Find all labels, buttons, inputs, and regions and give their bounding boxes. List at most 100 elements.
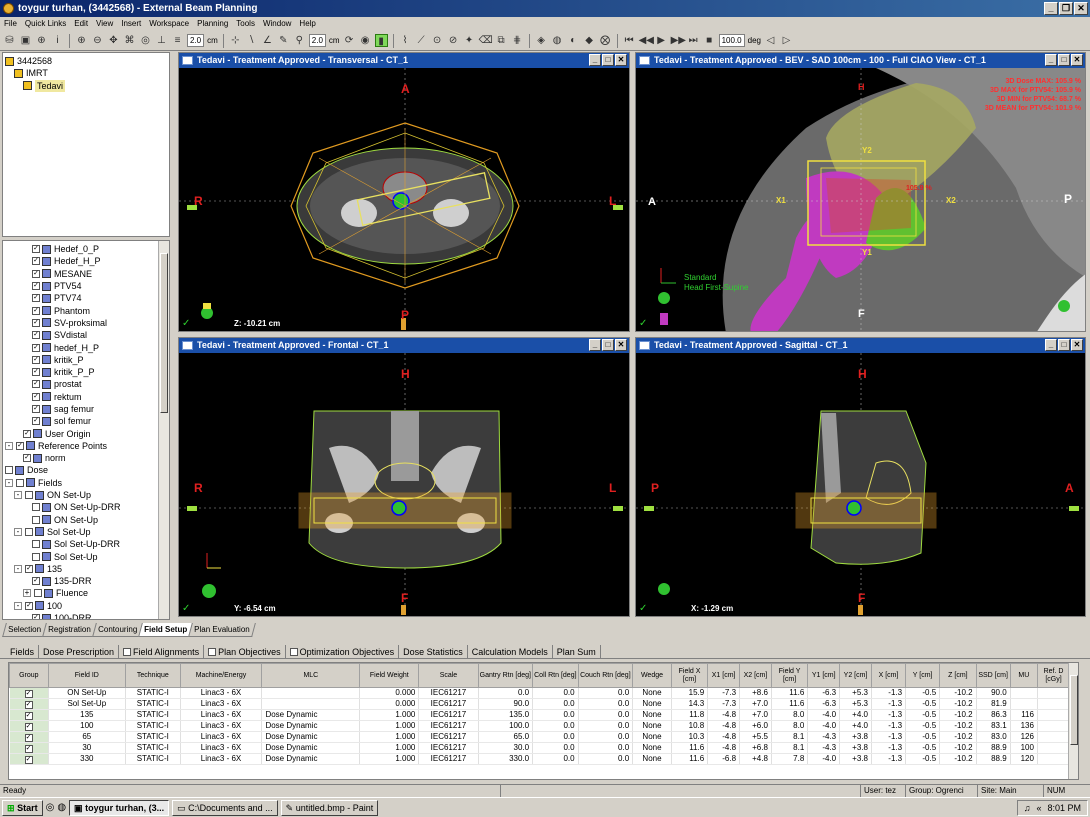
window-level-icon[interactable]: ◎	[139, 34, 152, 47]
tree-item[interactable]: ✓ MESANE	[5, 268, 155, 280]
minimize-button[interactable]: _	[1044, 2, 1058, 15]
column-header[interactable]: Y2 [cm]	[839, 663, 872, 688]
boolean-icon[interactable]: ✦	[463, 34, 476, 47]
visibility-checkbox[interactable]	[32, 503, 40, 512]
plan-tab-plan-objectives[interactable]: Plan Objectives	[204, 645, 286, 658]
viewport-minimize-button[interactable]: _	[1045, 54, 1057, 66]
column-header[interactable]: X1 [cm]	[707, 663, 741, 688]
visibility-checkbox[interactable]: ✓	[32, 294, 40, 303]
column-header[interactable]: Y [cm]	[905, 663, 941, 688]
column-header[interactable]: Couch Rtn [deg]	[577, 663, 634, 688]
last-frame-icon[interactable]: ⏭	[687, 34, 700, 47]
plan-tab-dose-prescription[interactable]: Dose Prescription	[39, 645, 120, 658]
line-icon[interactable]: ∖	[245, 34, 258, 47]
column-header[interactable]: Scale	[418, 663, 479, 688]
menu-item-edit[interactable]: Edit	[74, 17, 88, 31]
tree-item[interactable]: Sol Set-Up-DRR	[5, 538, 155, 550]
group-cell[interactable]: ✓	[9, 709, 49, 721]
menu-item-file[interactable]: File	[4, 17, 17, 31]
collapse-icon[interactable]: -	[5, 441, 13, 450]
tree-item[interactable]: Tedavi	[5, 79, 167, 92]
taskbar-item-eclipse[interactable]: ▣ toygur turhan, (3...	[69, 799, 170, 816]
visibility-checkbox[interactable]	[25, 491, 33, 500]
collapse-icon[interactable]: -	[5, 478, 13, 487]
visibility-checkbox[interactable]	[32, 552, 40, 561]
tree-item[interactable]: ✓ sol femur	[5, 415, 155, 427]
column-header[interactable]: Coll Rtn [deg]	[532, 663, 579, 688]
table-row[interactable]: ✓ 30 STATIC-I Linac3 - 6X Dose Dynamic 1.000 I…	[9, 742, 1071, 754]
viewport-close-button[interactable]: ✕	[1071, 339, 1083, 351]
viewport-close-button[interactable]: ✕	[615, 54, 627, 66]
tree-item[interactable]: ON Set-Up	[5, 514, 155, 526]
cm-input-2[interactable]: 2.0	[308, 34, 326, 47]
column-header[interactable]: Wedge	[632, 663, 672, 688]
tree-item[interactable]: + Fluence	[5, 587, 155, 599]
plan-tab-calculation-models[interactable]: Calculation Models	[468, 645, 553, 658]
visibility-checkbox[interactable]: ✓	[23, 454, 31, 463]
expand-icon[interactable]: +	[23, 589, 31, 598]
tree-item[interactable]: ✓ Phantom	[5, 304, 155, 316]
copy-contour-icon[interactable]: ⧉	[495, 34, 508, 47]
viewport-maximize-button[interactable]: □	[602, 339, 614, 351]
tree-item[interactable]: ✓ Hedef_0_P	[5, 243, 155, 255]
plan-tab-fields[interactable]: Fields	[6, 645, 40, 658]
visibility-checkbox[interactable]: ✓	[32, 417, 40, 426]
rotate-icon[interactable]: ⟳	[343, 34, 356, 47]
group-checkbox[interactable]: ✓	[24, 756, 33, 764]
tree-item[interactable]: Sol Set-Up	[5, 550, 155, 562]
ie-quicklaunch-icon[interactable]: ◍	[57, 802, 66, 813]
column-header[interactable]: Ref. D [cGy]	[1036, 663, 1071, 688]
menu-item-help[interactable]: Help	[299, 17, 315, 31]
group-cell[interactable]: ✓	[9, 687, 49, 699]
menu-item-tools[interactable]: Tools	[236, 17, 255, 31]
visibility-checkbox[interactable]	[5, 466, 13, 475]
save-icon[interactable]: ▣	[19, 34, 32, 47]
ellipse-icon[interactable]: ⊙	[431, 34, 444, 47]
viewport-close-button[interactable]: ✕	[1071, 54, 1083, 66]
tree-item[interactable]: ✓ 135-DRR	[5, 575, 155, 587]
stop-icon[interactable]: ■	[703, 34, 716, 47]
grid-icon[interactable]: ≡	[171, 34, 184, 47]
tab-field-setup[interactable]: Field Setup	[137, 623, 193, 637]
fast-forward-icon[interactable]: ▶▶	[671, 34, 686, 47]
column-header[interactable]: Z [cm]	[939, 663, 977, 688]
visibility-checkbox[interactable]	[34, 589, 42, 598]
tree-item[interactable]: Dose	[5, 464, 155, 476]
group-checkbox[interactable]: ✓	[24, 734, 33, 742]
column-header[interactable]: Field X [cm]	[670, 663, 709, 688]
margin-icon[interactable]: ⊘	[447, 34, 460, 47]
tree-item[interactable]: - Sol Set-Up	[5, 526, 155, 538]
cube-icon[interactable]: ◆	[583, 34, 596, 47]
tree-item[interactable]: ✓ SV-proksimal	[5, 317, 155, 329]
visibility-checkbox[interactable]: ✓	[32, 355, 40, 364]
plan-tab-checkbox[interactable]	[208, 647, 217, 656]
tree-item[interactable]: ✓ SVdistal	[5, 329, 155, 341]
viewport-minimize-button[interactable]: _	[1045, 339, 1057, 351]
tree-item[interactable]: ✓ kritik_P_P	[5, 366, 155, 378]
collapse-icon[interactable]: -	[14, 564, 22, 573]
table-row[interactable]: ✓ Sol Set-Up STATIC-I Linac3 - 6X 0.000 IEC61…	[9, 698, 1071, 710]
group-checkbox[interactable]: ✓	[24, 723, 33, 731]
menu-item-view[interactable]: View	[96, 17, 113, 31]
taskbar-item-explorer[interactable]: ▭ C:\Documents and ...	[172, 799, 278, 816]
visibility-checkbox[interactable]: ✓	[32, 368, 40, 377]
collapse-icon[interactable]: -	[14, 601, 22, 610]
column-header[interactable]: Technique	[124, 663, 181, 688]
rewind-icon[interactable]: ◀◀	[639, 34, 654, 47]
tab-registration[interactable]: Registration	[42, 623, 97, 637]
visibility-checkbox[interactable]: ✓	[32, 577, 40, 586]
zoom-in-icon[interactable]: ⊕	[75, 34, 88, 47]
column-header[interactable]: Group	[9, 663, 49, 688]
tree-item[interactable]: ✓ User Origin	[5, 427, 155, 439]
menu-item-insert[interactable]: Insert	[121, 17, 141, 31]
angle-icon[interactable]: ∠	[261, 34, 274, 47]
visibility-checkbox[interactable]: ✓	[32, 318, 40, 327]
transversal-viewport[interactable]: Tedavi - Treatment Approved - Transversa…	[178, 52, 630, 332]
table-row[interactable]: ✓ ON Set-Up STATIC-I Linac3 - 6X 0.000 IEC612…	[9, 687, 1071, 699]
column-header[interactable]: MLC	[261, 663, 361, 688]
tree-item[interactable]: - ✓ 100	[5, 600, 155, 612]
eraser-icon[interactable]: ⌫	[479, 34, 493, 47]
table-scrollbar[interactable]	[1068, 663, 1078, 779]
tree-item[interactable]: - ON Set-Up	[5, 489, 155, 501]
table-row[interactable]: ✓ 330 STATIC-I Linac3 - 6X Dose Dynamic 1.000…	[9, 753, 1071, 765]
